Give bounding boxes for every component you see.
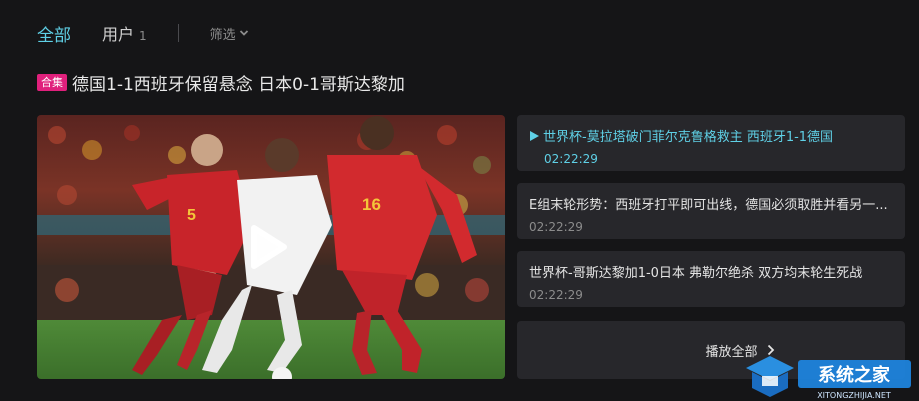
episode-title: 世界杯-莫拉塔破门菲尔克鲁格救主 西班牙1-1德国 xyxy=(529,126,893,145)
now-playing-icon xyxy=(530,130,539,141)
episode-duration: 02:22:29 xyxy=(529,288,583,302)
episode-duration: 02:22:29 xyxy=(544,152,598,166)
episode-item-active[interactable]: 世界杯-莫拉塔破门菲尔克鲁格救主 西班牙1-1德国 02:22:29 xyxy=(517,115,905,171)
filter-dropdown[interactable]: 筛选 xyxy=(210,24,249,43)
watermark-url: XITONGZHIJIA.NET xyxy=(817,391,891,400)
collection-title[interactable]: 德国1-1西班牙保留悬念 日本0-1哥斯达黎加 xyxy=(72,70,405,95)
episode-title-text: 世界杯-莫拉塔破门菲尔克鲁格救主 西班牙1-1德国 xyxy=(543,130,834,145)
episode-item[interactable]: 世界杯-哥斯达黎加1-0日本 弗勒尔绝杀 双方均末轮生死战 02:22:29 xyxy=(517,251,905,307)
episode-list: 世界杯-莫拉塔破门菲尔克鲁格救主 西班牙1-1德国 02:22:29 E组末轮形… xyxy=(517,115,905,319)
episode-item[interactable]: E组末轮形势：西班牙打平即可出线，德国必须取胜并看另一... 02:22:29 xyxy=(517,183,905,239)
tab-all[interactable]: 全部 xyxy=(37,21,71,46)
play-icon[interactable] xyxy=(246,222,290,272)
filter-label: 筛选 xyxy=(209,27,236,43)
collection-title-row: 合集 德国1-1西班牙保留悬念 日本0-1哥斯达黎加 xyxy=(37,70,405,95)
tab-users-label: 用户 xyxy=(102,25,135,44)
episode-title: 世界杯-哥斯达黎加1-0日本 弗勒尔绝杀 双方均末轮生死战 xyxy=(529,266,863,281)
video-player[interactable]: 5 16 xyxy=(37,115,505,379)
tab-bar: 全部 用户 1 筛选 xyxy=(37,18,249,48)
watermark-brand: 系统之家 xyxy=(818,364,891,386)
tab-divider xyxy=(177,24,179,42)
jersey-number-16: 16 xyxy=(362,195,381,214)
episode-duration: 02:22:29 xyxy=(529,220,583,234)
collection-badge: 合集 xyxy=(37,74,67,91)
tab-users[interactable]: 用户 1 xyxy=(102,21,147,45)
jersey-number-5: 5 xyxy=(187,207,196,224)
site-watermark-logo: 系统之家 XITONGZHIJIA.NET xyxy=(746,356,911,400)
episode-title: E组末轮形势：西班牙打平即可出线，德国必须取胜并看另一... xyxy=(529,198,888,213)
chevron-down-icon xyxy=(239,30,248,36)
tab-users-count: 1 xyxy=(139,29,147,43)
